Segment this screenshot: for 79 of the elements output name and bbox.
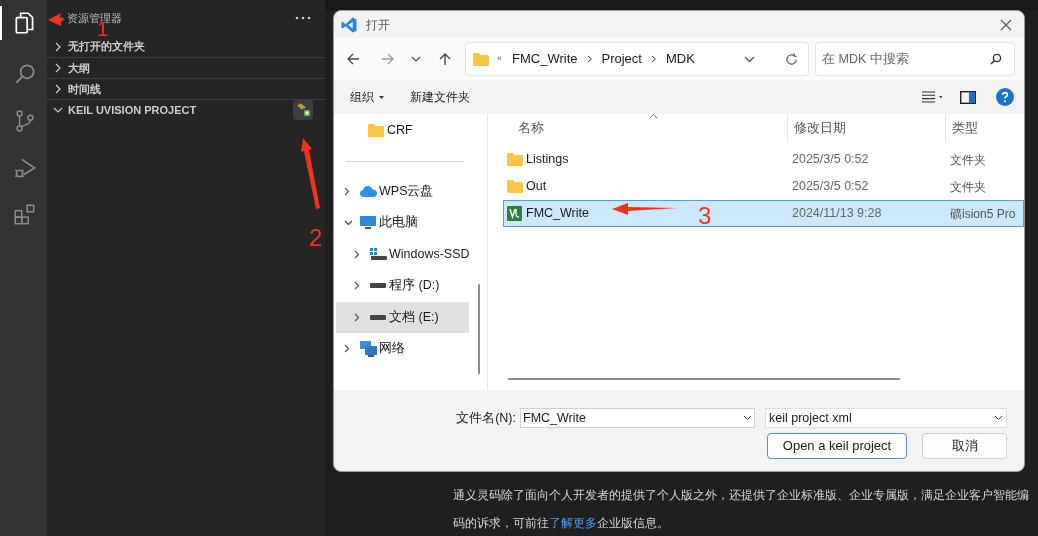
chevron-right-icon[interactable] [53,84,63,94]
forward-icon[interactable] [381,52,395,66]
field-label: 文件名(N): [456,409,516,427]
close-icon[interactable] [1000,18,1012,31]
dropdown-icon[interactable] [411,56,421,62]
nav-item[interactable]: Windows-SSD [334,238,471,270]
link[interactable]: 了解更多 [549,516,597,530]
up-icon[interactable] [439,52,451,66]
app-logo-icon [340,15,358,34]
folder-icon [507,153,523,166]
dropdown-icon[interactable] [743,415,752,421]
breadcrumb-item[interactable]: Project [601,49,642,69]
column-header[interactable]: 修改日期 [788,114,946,142]
cloud-icon [360,185,377,198]
paragraph: 通义灵码除了面向个人开发者的提供了个人版之外，还提供了企业标准版、企业专属版，满足企业客户智能编码的诉求，可前往了解更多企业版信息。 [453,487,1030,532]
cancel-button[interactable]: 取消 [922,433,1007,459]
nav-item[interactable]: 网络 [334,333,471,365]
more-icon[interactable] [295,16,311,20]
view-icon[interactable] [922,91,942,103]
dropdown-icon[interactable] [744,55,755,63]
search-field[interactable]: 在 MDK 中搜索 [815,42,1015,76]
chevron-right-icon[interactable] [354,312,360,322]
section-header[interactable]: 时间线 [68,80,101,98]
annotation-number: 2 [309,226,323,250]
preview-pane-icon[interactable] [960,90,976,104]
chevron-right-icon[interactable] [344,344,350,354]
toolbar-button[interactable]: 组织 [350,88,384,106]
dropdown-icon [994,415,1003,421]
annotation-arrow [301,138,320,209]
column-header[interactable]: 类型 [946,114,978,142]
chevron-right-icon[interactable] [53,63,63,73]
chevron-right-icon[interactable] [53,41,63,52]
section-header[interactable]: KEIL UVISION PROJECT [68,101,197,119]
folder-icon [368,124,384,138]
search-input: 在 MDK 中搜索 [822,49,990,69]
drive-icon [370,314,386,320]
chevron-right-icon[interactable] [344,186,350,196]
toolbar-button[interactable]: 新建文件夹 [410,88,470,106]
computer-icon [360,215,376,230]
help-icon[interactable] [996,88,1014,106]
search-icon[interactable] [990,53,1002,65]
project-file-icon [507,206,522,221]
chevron-right-icon [586,55,593,63]
scrollbar[interactable] [478,284,480,374]
nav-item[interactable]: 文档 (E:) [336,301,469,333]
drive-icon [370,283,386,289]
annotation-number: 3 [698,204,712,228]
breadcrumb-item[interactable]: FMC_Write [512,49,578,69]
open-project-button[interactable] [293,100,313,120]
open-button[interactable]: Open a keil project [767,433,907,459]
chevron-right-icon[interactable] [354,281,360,291]
scrollbar[interactable] [508,378,900,380]
chevron-right-icon[interactable] [354,249,360,259]
overflow-marker[interactable]: « [497,52,502,66]
file-row[interactable]: Listings 2025/3/5 0:52 文件夹 [503,146,1024,173]
folder-icon [473,52,489,66]
back-icon[interactable] [346,52,360,66]
system-drive-icon [370,248,387,261]
link-icon [295,103,311,117]
annotation-arrow [48,13,65,26]
file-type-dropdown[interactable]: keil project xml [765,408,1007,428]
address-bar[interactable]: « FMC_Write Project MDK [465,42,809,76]
nav-item[interactable]: CRF [334,115,471,147]
chevron-right-icon [650,55,657,63]
section-header[interactable]: 大纲 [68,59,90,77]
nav-item[interactable]: 此电脑 [334,207,471,239]
nav-item[interactable]: WPS云盘 [334,175,471,207]
nav-item[interactable]: 程序 (D:) [334,270,471,302]
file-row[interactable]: Out 2025/3/5 0:52 文件夹 [503,173,1024,200]
network-icon [360,340,377,357]
column-header[interactable]: 名称 [503,114,788,142]
sort-icon[interactable] [649,114,658,119]
section-header[interactable]: 无打开的文件夹 [68,38,145,55]
breadcrumb-item[interactable]: MDK [665,49,695,69]
chevron-down-icon[interactable] [344,219,353,226]
chevron-down-icon[interactable] [53,105,63,115]
dialog-title: 打开 [366,16,390,34]
refresh-icon[interactable] [785,52,798,66]
folder-icon [507,180,523,193]
